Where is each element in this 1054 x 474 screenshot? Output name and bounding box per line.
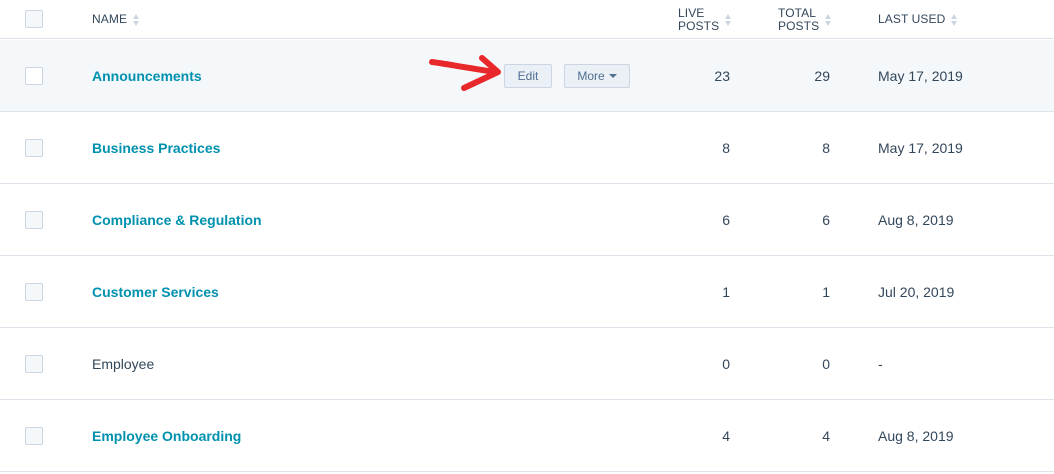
table-header: NAME LIVE POSTS TOTAL POSTS LAST USED	[0, 0, 1054, 39]
select-all-checkbox[interactable]	[25, 10, 43, 28]
row-checkbox[interactable]	[25, 211, 43, 229]
tag-name-link[interactable]: Business Practices	[92, 140, 220, 156]
live-posts-count: 0	[722, 355, 730, 372]
live-posts-count: 23	[714, 67, 730, 84]
column-header-last-used-label: LAST USED	[878, 12, 946, 26]
total-posts-count: 1	[822, 283, 830, 300]
tag-name: Employee	[92, 355, 155, 372]
tag-name-link[interactable]: Announcements	[92, 68, 202, 84]
last-used-date: Aug 8, 2019	[878, 427, 954, 444]
edit-button[interactable]: Edit	[504, 64, 552, 88]
row-checkbox[interactable]	[25, 283, 43, 301]
sort-icon	[725, 13, 732, 27]
table-row[interactable]: Compliance & Regulation 6 6 Aug 8, 2019	[0, 184, 1054, 256]
table-row[interactable]: Employee 0 0 -	[0, 328, 1054, 400]
tag-name-link[interactable]: Compliance & Regulation	[92, 212, 262, 228]
tag-name-link[interactable]: Employee Onboarding	[92, 428, 241, 444]
column-header-total-posts-line1: TOTAL	[778, 5, 817, 20]
column-header-name[interactable]: NAME	[92, 0, 140, 39]
column-header-name-label: NAME	[92, 12, 128, 26]
more-button[interactable]: More	[564, 64, 630, 88]
column-header-live-posts-line1: LIVE	[678, 5, 705, 20]
live-posts-count: 1	[722, 283, 730, 300]
table-row[interactable]: Announcements Edit More 23 29 May 17, 20…	[0, 40, 1054, 112]
tag-name-link[interactable]: Customer Services	[92, 284, 219, 300]
table-row[interactable]: Employee Onboarding 4 4 Aug 8, 2019	[0, 400, 1054, 472]
total-posts-count: 29	[814, 67, 830, 84]
live-posts-count: 6	[722, 211, 730, 228]
row-checkbox[interactable]	[25, 139, 43, 157]
column-header-live-posts-line2: POSTS	[678, 18, 720, 33]
last-used-date: Jul 20, 2019	[878, 283, 955, 300]
total-posts-count: 0	[822, 355, 830, 372]
row-checkbox[interactable]	[25, 427, 43, 445]
row-checkbox[interactable]	[25, 355, 43, 373]
column-header-live-posts[interactable]: LIVE POSTS	[678, 0, 732, 39]
total-posts-count: 4	[822, 427, 830, 444]
sort-icon	[825, 13, 832, 27]
table-row[interactable]: Business Practices 8 8 May 17, 2019	[0, 112, 1054, 184]
tags-table: NAME LIVE POSTS TOTAL POSTS LAST USED An…	[0, 0, 1054, 474]
column-header-last-used[interactable]: LAST USED	[878, 0, 958, 39]
last-used-date: May 17, 2019	[878, 67, 963, 84]
row-checkbox[interactable]	[25, 67, 43, 85]
sort-icon	[133, 13, 140, 27]
live-posts-count: 8	[722, 139, 730, 156]
more-button-label: More	[577, 69, 605, 83]
table-row[interactable]: Customer Services 1 1 Jul 20, 2019	[0, 256, 1054, 328]
column-header-total-posts[interactable]: TOTAL POSTS	[778, 0, 832, 39]
last-used-date: -	[878, 355, 883, 372]
annotation-arrow-icon	[429, 55, 501, 91]
last-used-date: Aug 8, 2019	[878, 211, 954, 228]
total-posts-count: 8	[822, 139, 830, 156]
sort-icon	[951, 13, 958, 27]
column-header-total-posts-line2: POSTS	[778, 18, 820, 33]
live-posts-count: 4	[722, 427, 730, 444]
last-used-date: May 17, 2019	[878, 139, 963, 156]
caret-down-icon	[608, 74, 617, 78]
total-posts-count: 6	[822, 211, 830, 228]
